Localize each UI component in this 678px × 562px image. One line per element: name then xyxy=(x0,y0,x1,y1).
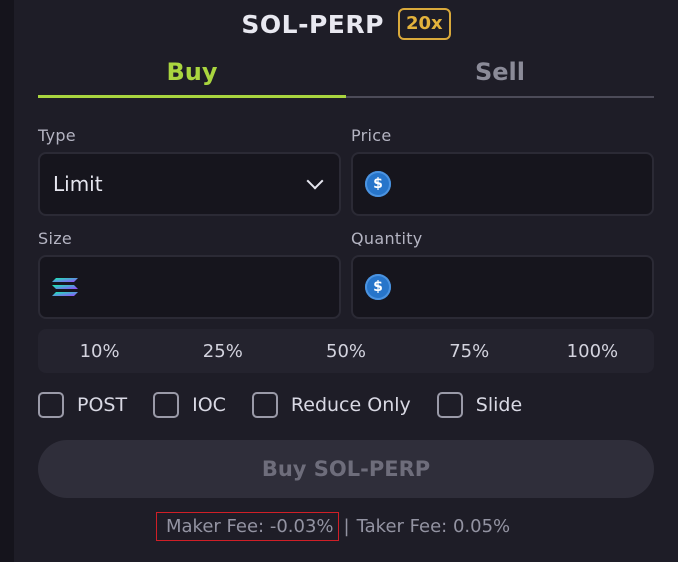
fee-info: Maker Fee: -0.03% | Taker Fee: 0.05% xyxy=(156,512,510,541)
ioc-label: IOC xyxy=(192,394,226,416)
pct-75-button[interactable]: 75% xyxy=(408,341,531,362)
order-options: POST IOC Reduce Only Slide xyxy=(38,392,548,418)
usdc-icon: $ xyxy=(365,171,391,197)
quantity-input[interactable]: $ xyxy=(351,255,654,319)
post-option[interactable]: POST xyxy=(38,392,127,418)
slide-label: Slide xyxy=(475,394,523,416)
pct-50-button[interactable]: 50% xyxy=(284,341,407,362)
buy-submit-button[interactable]: Buy SOL-PERP xyxy=(38,440,654,498)
post-checkbox[interactable] xyxy=(38,392,64,418)
tab-sell[interactable]: Sell xyxy=(346,52,654,98)
ioc-option[interactable]: IOC xyxy=(153,392,226,418)
chevron-down-icon xyxy=(306,172,324,190)
market-header: SOL-PERP 20x xyxy=(0,8,678,40)
order-type-value: Limit xyxy=(53,172,103,196)
panel-edge xyxy=(0,0,14,562)
solana-icon xyxy=(52,278,78,296)
post-label: POST xyxy=(77,394,128,416)
reduce-only-checkbox[interactable] xyxy=(251,392,278,418)
slide-option[interactable]: Slide xyxy=(436,392,523,418)
slide-checkbox[interactable] xyxy=(436,392,463,418)
price-input[interactable]: $ xyxy=(351,152,654,216)
leverage-badge[interactable]: 20x xyxy=(397,8,451,40)
fee-separator: | xyxy=(343,516,350,537)
order-type-select[interactable]: Limit xyxy=(38,152,341,216)
quantity-label: Quantity xyxy=(351,229,423,248)
tab-buy[interactable]: Buy xyxy=(38,52,346,98)
usdc-icon: $ xyxy=(365,274,391,300)
reduce-only-option[interactable]: Reduce Only xyxy=(251,392,411,418)
taker-fee: Taker Fee: 0.05% xyxy=(356,516,511,537)
maker-fee: Maker Fee: -0.03% xyxy=(156,512,339,541)
reduce-only-label: Reduce Only xyxy=(290,394,411,416)
size-label: Size xyxy=(38,229,73,248)
pct-100-button[interactable]: 100% xyxy=(531,341,654,362)
ioc-checkbox[interactable] xyxy=(153,392,180,418)
size-input[interactable] xyxy=(38,255,341,319)
market-title: SOL-PERP xyxy=(241,9,384,39)
price-label: Price xyxy=(351,126,392,145)
pct-25-button[interactable]: 25% xyxy=(161,341,284,362)
type-label: Type xyxy=(38,126,76,145)
side-tabs: Buy Sell xyxy=(38,52,654,98)
percentage-selector: 10% 25% 50% 75% 100% xyxy=(38,329,654,373)
pct-10-button[interactable]: 10% xyxy=(38,341,161,362)
